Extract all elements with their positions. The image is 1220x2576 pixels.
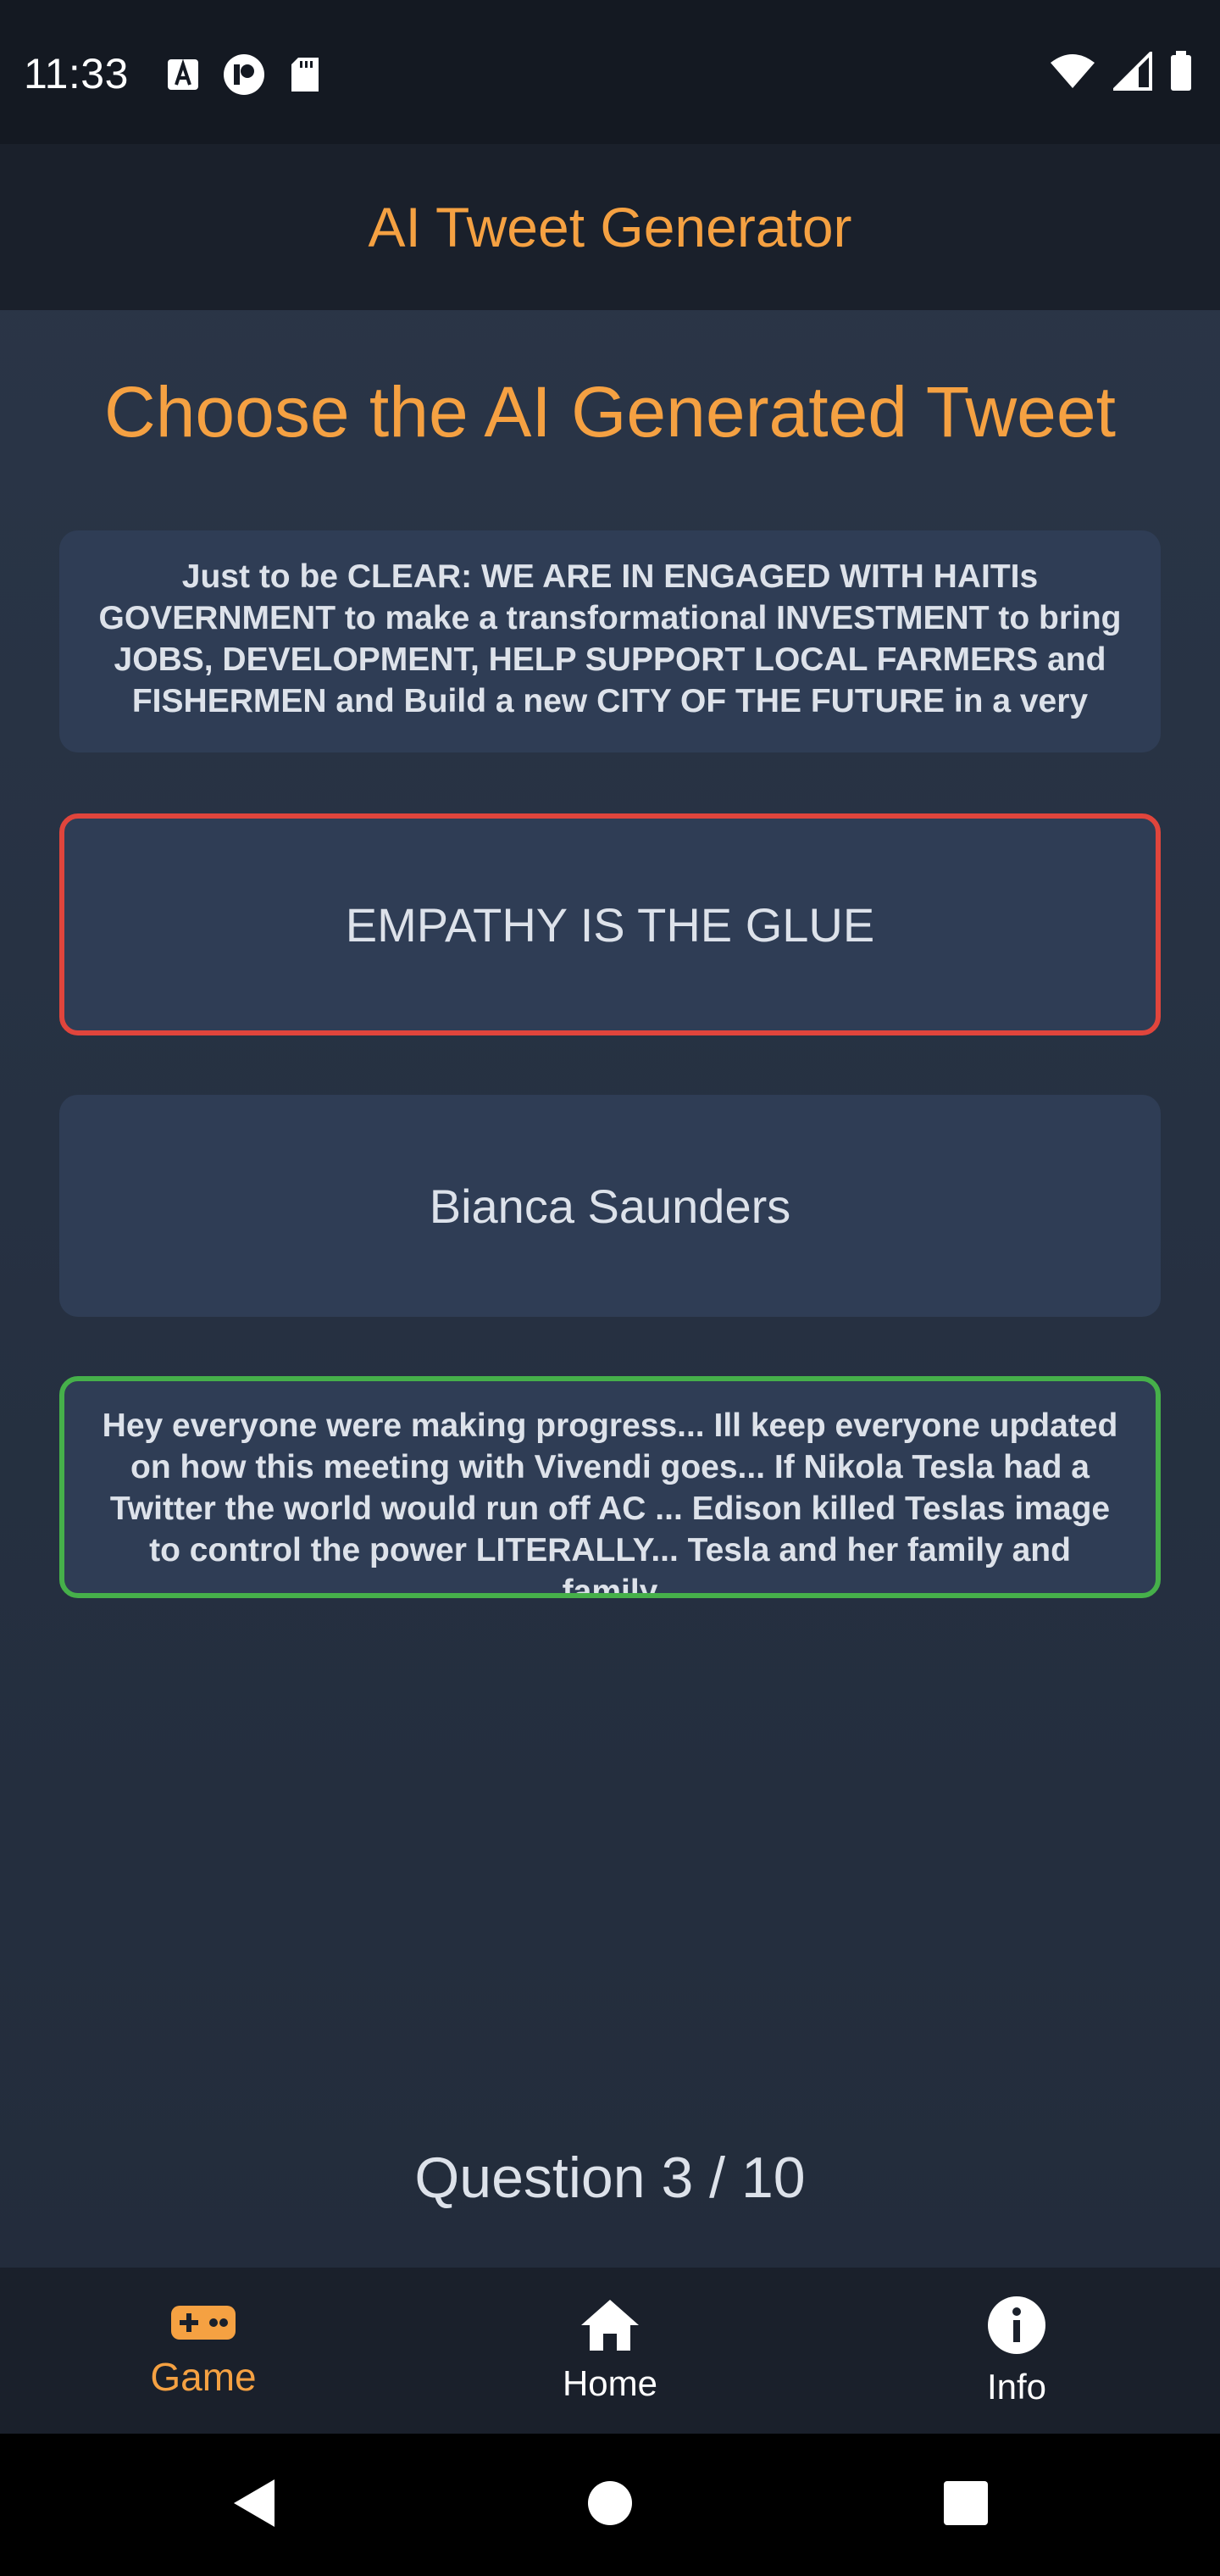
- font-a-icon: [166, 58, 200, 96]
- bottom-nav: Game Home Info: [0, 2268, 1220, 2434]
- notification-p-icon: [222, 53, 266, 101]
- info-icon: [986, 2295, 1047, 2360]
- tweet-option-4[interactable]: Hey everyone were making progress... Ill…: [59, 1376, 1161, 1598]
- system-back-button[interactable]: [76, 2434, 432, 2576]
- app-title: AI Tweet Generator: [368, 196, 852, 258]
- page-headline: Choose the AI Generated Tweet: [104, 372, 1116, 452]
- nav-label-info: Info: [986, 2366, 1047, 2407]
- status-time: 11:33: [24, 50, 129, 97]
- nav-label-game: Game: [150, 2354, 257, 2399]
- sd-card-icon: [288, 56, 322, 97]
- tweet-option-text: Hey everyone were making progress... Ill…: [102, 1407, 1118, 1593]
- gamepad-icon: [169, 2302, 237, 2347]
- battery-icon: [1169, 51, 1193, 96]
- status-icons-right: [1049, 49, 1193, 96]
- wifi-icon: [1049, 53, 1096, 94]
- nav-item-game[interactable]: Game: [0, 2268, 407, 2434]
- home-circle-icon: [586, 2479, 634, 2531]
- signal-icon: [1111, 49, 1152, 95]
- home-icon: [580, 2298, 640, 2357]
- nav-label-home: Home: [562, 2362, 658, 2403]
- nav-item-home[interactable]: Home: [407, 2268, 813, 2434]
- tweet-option-1[interactable]: Just to be CLEAR: WE ARE IN ENGAGED WITH…: [59, 530, 1161, 752]
- system-home-button[interactable]: [432, 2434, 788, 2576]
- app-bar: AI Tweet Generator: [0, 144, 1220, 310]
- question-counter: Question 3 / 10: [414, 2146, 806, 2210]
- main-content: Choose the AI Generated Tweet Just to be…: [0, 310, 1220, 2268]
- back-icon: [230, 2478, 278, 2533]
- tweet-option-text: Bianca Saunders: [429, 1179, 791, 1233]
- recents-square-icon: [942, 2479, 990, 2531]
- nav-item-info[interactable]: Info: [813, 2268, 1220, 2434]
- tweet-option-3[interactable]: Bianca Saunders: [59, 1095, 1161, 1317]
- status-bar: 11:33: [0, 0, 1220, 144]
- system-nav-bar: [0, 2434, 1220, 2576]
- tweet-option-2[interactable]: EMPATHY IS THE GLUE: [59, 813, 1161, 1035]
- tweet-option-text: EMPATHY IS THE GLUE: [345, 897, 875, 952]
- tweet-option-text: Just to be CLEAR: WE ARE IN ENGAGED WITH…: [98, 558, 1122, 719]
- system-recents-button[interactable]: [788, 2434, 1144, 2576]
- status-icons-left: [166, 53, 322, 101]
